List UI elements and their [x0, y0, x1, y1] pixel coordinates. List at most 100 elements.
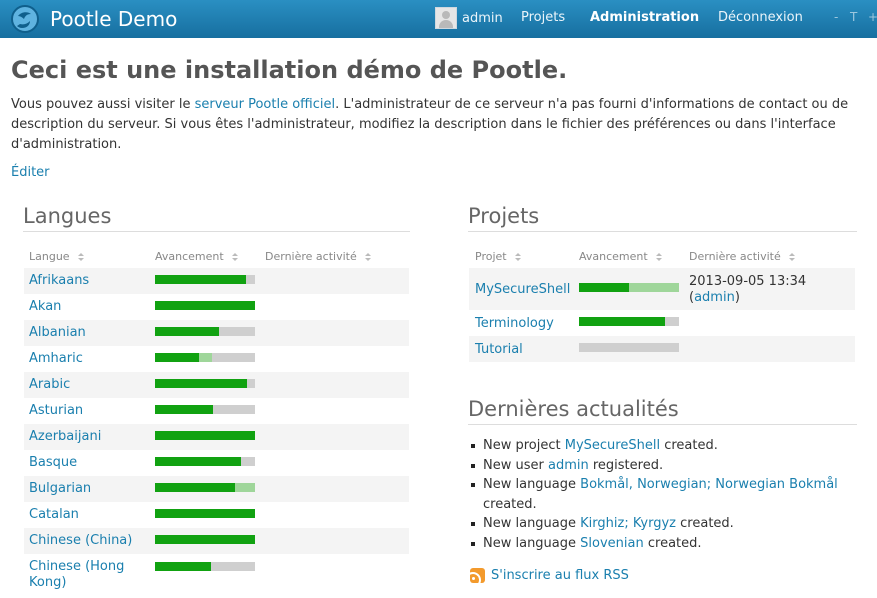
sort-icon[interactable] [788, 252, 795, 262]
progress-translated [155, 379, 247, 388]
avatar [435, 7, 457, 29]
news-text: New language [483, 535, 581, 551]
sort-icon[interactable] [655, 252, 662, 262]
language-link[interactable]: Afrikaans [29, 273, 141, 289]
news-link[interactable]: Slovenian [580, 536, 644, 551]
progress-translated [155, 562, 211, 571]
user-name[interactable]: admin [462, 11, 503, 26]
intro-text: Vous pouvez aussi visiter le serveur Poo… [11, 95, 861, 155]
news-text: created. [643, 535, 702, 551]
progress-translated [155, 431, 255, 440]
progress-bar [155, 431, 255, 440]
language-link[interactable]: Arabic [29, 377, 141, 393]
news-text: created. [676, 516, 734, 532]
sort-icon[interactable] [514, 252, 521, 262]
news-item: New language Kirghiz; Kyrgyz created. [469, 514, 839, 534]
news-link[interactable]: admin [548, 458, 589, 473]
progress-translated [579, 317, 665, 326]
font-reset-button[interactable]: T [850, 10, 857, 24]
divider [23, 231, 410, 232]
divider [468, 424, 857, 425]
site-title[interactable]: Pootle Demo [50, 7, 177, 31]
news-text: New language [483, 516, 581, 532]
activity-user-link[interactable]: admin [694, 290, 735, 305]
progress-bar [579, 343, 679, 352]
top-bar: Pootle Demo admin Projets Administration… [0, 0, 877, 38]
nav-logout[interactable]: Déconnexion [718, 10, 803, 25]
progress-bar [155, 509, 255, 518]
language-link[interactable]: Chinese (China) [29, 533, 141, 549]
col-header-label: Langue [29, 250, 70, 263]
progress-bar [155, 353, 255, 362]
language-link[interactable]: Catalan [29, 507, 141, 523]
col-header-label: Dernière activité [265, 250, 357, 263]
news-item: New project MySecureShell created. [469, 436, 839, 456]
progress-translated [155, 509, 255, 518]
progress-bar [155, 275, 255, 284]
news-text: created. [483, 496, 537, 512]
news-link[interactable]: Kirghiz; Kyrgyz [580, 516, 676, 531]
progress-bar [155, 562, 255, 571]
language-link[interactable]: Albanian [29, 325, 141, 341]
project-link[interactable]: MySecureShell [475, 282, 570, 298]
news-link[interactable]: MySecureShell [565, 438, 660, 453]
news-text: New user [483, 457, 548, 473]
news-item: New language Slovenian created. [469, 534, 839, 554]
font-increase-button[interactable]: + [868, 10, 877, 24]
col-header-project[interactable]: Projet [475, 250, 521, 263]
nav-administration[interactable]: Administration [590, 10, 699, 25]
news-heading: Dernières actualités [468, 397, 679, 421]
col-header-label: Avancement [579, 250, 648, 263]
progress-bar [155, 483, 255, 492]
col-header-activity[interactable]: Dernière activité [689, 250, 795, 263]
language-link[interactable]: Chinese (Hong Kong) [29, 559, 141, 591]
progress-bar [579, 283, 679, 292]
col-header-language[interactable]: Langue [29, 250, 84, 263]
col-header-label: Avancement [155, 250, 224, 263]
news-text: registered. [588, 457, 664, 473]
progress-bar [155, 457, 255, 466]
news-link[interactable]: Bokmål, Norwegian; Norwegian Bokmål [580, 477, 838, 492]
language-link[interactable]: Azerbaijani [29, 429, 141, 445]
nav-projects[interactable]: Projets [521, 10, 565, 25]
sort-icon[interactable] [364, 252, 371, 262]
sort-icon[interactable] [77, 252, 84, 262]
progress-bar [155, 535, 255, 544]
news-text: New project [483, 438, 565, 453]
progress-translated [155, 457, 241, 466]
language-link[interactable]: Asturian [29, 403, 141, 419]
progress-translated [155, 275, 246, 284]
pootle-logo-icon[interactable] [10, 4, 40, 34]
rss-label: S'inscrire au flux RSS [491, 568, 629, 583]
progress-bar [155, 301, 255, 310]
col-header-progress[interactable]: Avancement [155, 250, 238, 263]
language-link[interactable]: Amharic [29, 351, 141, 367]
official-server-link[interactable]: serveur Pootle officiel [195, 97, 336, 112]
progress-translated [155, 301, 255, 310]
last-activity: 2013-09-05 13:34 (admin) [689, 274, 806, 306]
news-text: created. [660, 438, 718, 453]
user-menu[interactable]: admin [435, 7, 503, 29]
col-header-label: Projet [475, 250, 507, 263]
project-link[interactable]: Terminology [475, 316, 554, 332]
activity-date: 2013-09-05 13:34 [689, 274, 807, 289]
col-header-label: Dernière activité [689, 250, 781, 263]
languages-heading: Langues [23, 204, 112, 228]
col-header-activity[interactable]: Dernière activité [265, 250, 371, 263]
news-item: New language Bokmål, Norwegian; Norwegia… [469, 475, 839, 514]
progress-bar [155, 379, 255, 388]
sort-icon[interactable] [231, 252, 238, 262]
rss-subscribe-link[interactable]: S'inscrire au flux RSS [470, 568, 629, 583]
project-link[interactable]: Tutorial [475, 342, 523, 358]
language-link[interactable]: Akan [29, 299, 141, 315]
font-decrease-button[interactable]: - [834, 10, 838, 24]
progress-bar [155, 327, 255, 336]
progress-bar [579, 317, 679, 326]
progress-bar [155, 405, 255, 414]
language-link[interactable]: Basque [29, 455, 141, 471]
news-text: New language [483, 477, 581, 493]
language-link[interactable]: Bulgarian [29, 481, 141, 497]
col-header-progress[interactable]: Avancement [579, 250, 662, 263]
progress-translated [579, 283, 629, 292]
edit-link[interactable]: Éditer [11, 165, 50, 180]
